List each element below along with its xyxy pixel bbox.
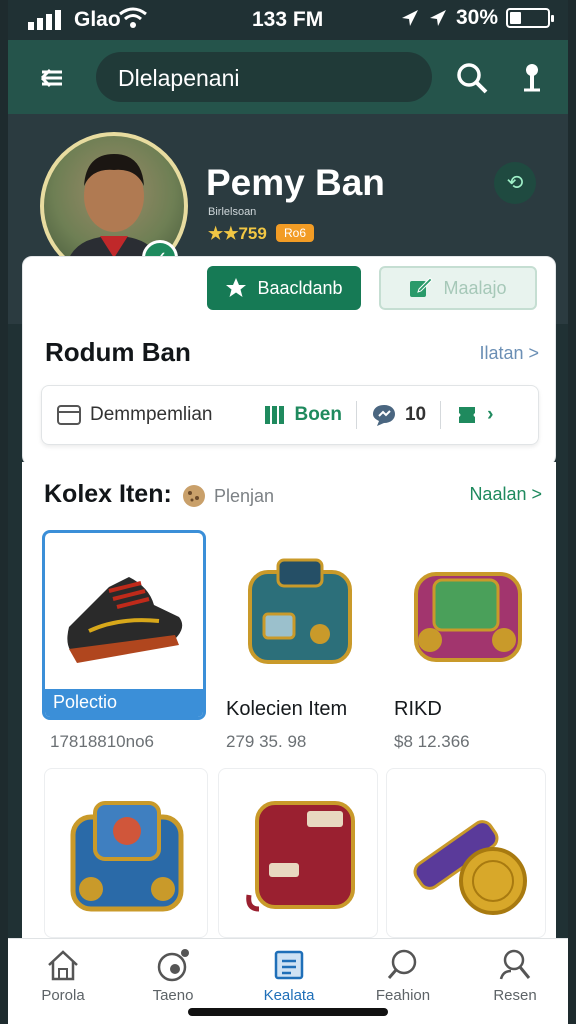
item-label: RIKD xyxy=(394,698,442,720)
nav-item-profile[interactable]: Resen xyxy=(470,947,560,1004)
nav-item-catalog[interactable]: Kealata xyxy=(244,947,334,1004)
pin-button[interactable] xyxy=(514,60,550,96)
nav-label: Kealata xyxy=(263,987,315,1004)
settings-button[interactable]: ⟲ xyxy=(494,162,536,204)
profile-badge: Ro6 xyxy=(276,224,315,242)
nav-label: Resen xyxy=(493,987,537,1004)
item-image-box xyxy=(386,530,546,690)
nav-item-home[interactable]: Porola xyxy=(18,947,108,1004)
items-link[interactable]: Naalan > xyxy=(469,484,542,505)
profile-subtitle: Birlelsoan xyxy=(208,206,257,218)
section-title: Rodum Ban xyxy=(45,337,191,367)
home-indicator[interactable] xyxy=(188,1008,388,1016)
item-image-box xyxy=(44,768,208,938)
item-image-box xyxy=(218,768,378,938)
item-image-box xyxy=(386,768,546,938)
wallet-icon xyxy=(57,405,81,425)
profile-card: Baacldanb Maalajo Rodum Ban Ilatan > Dem… xyxy=(22,256,556,466)
info-label: Demmpemlian xyxy=(90,404,213,425)
signal-icon xyxy=(28,10,66,36)
item-price: 279 35. 98 xyxy=(226,732,307,751)
item-image-box xyxy=(218,530,378,690)
back-menu-icon xyxy=(40,68,62,88)
search-input[interactable]: Dlelapenani xyxy=(96,52,432,102)
purple-backpack-icon xyxy=(414,572,522,662)
item-tile[interactable] xyxy=(44,768,208,938)
secondary-action-button[interactable]: Maalajo xyxy=(379,266,537,310)
clock: 133 FM xyxy=(252,8,324,31)
search-icon xyxy=(457,63,488,94)
phone-screen: Glao 133 FM 30% Dlelapenani Pemy Ban Bir… xyxy=(8,0,568,1024)
profile-name: Pemy Ban xyxy=(206,162,385,203)
item-tile[interactable] xyxy=(386,768,546,938)
secondary-action-label: Maalajo xyxy=(443,277,507,298)
blue-chest-icon xyxy=(70,801,184,912)
item-caption: Polectio xyxy=(45,689,203,717)
nav-label: Porola xyxy=(41,987,85,1004)
item-price: 17818810no6 xyxy=(50,732,155,751)
info-row[interactable]: Demmpemlian Boen 10 › xyxy=(41,385,539,445)
battery-fill xyxy=(510,12,521,24)
primary-action-label: Baacldanb xyxy=(257,277,343,298)
star-icon xyxy=(226,278,247,297)
section-link[interactable]: Ilatan > xyxy=(479,343,539,364)
item-label: Kolecien Item xyxy=(226,698,348,720)
primary-action-button[interactable]: Baacldanb xyxy=(207,266,361,310)
info-count: 10 xyxy=(404,404,427,425)
carrier-label: Glao xyxy=(74,8,121,31)
bars-icon xyxy=(265,406,285,424)
item-image-box: Polectio xyxy=(42,530,206,720)
status-bar: Glao 133 FM 30% xyxy=(8,0,568,40)
refresh-icon: ⟲ xyxy=(506,172,524,194)
chat-icon xyxy=(372,405,395,426)
nav-label: Feahion xyxy=(375,987,431,1004)
ticket-icon xyxy=(459,407,476,423)
back-menu-button[interactable] xyxy=(30,58,70,98)
teal-backpack-icon xyxy=(248,558,352,664)
items-subtitle: Plenjan xyxy=(182,484,274,508)
pin-icon xyxy=(524,64,540,92)
item-tile[interactable]: RIKD $8 12.366 xyxy=(386,530,546,760)
item-tile[interactable]: Polectio 17818810no6 xyxy=(42,530,206,760)
gamepad-icon xyxy=(157,949,189,982)
item-tile[interactable] xyxy=(218,768,378,938)
item-tile[interactable]: Kolecien Item 279 35. 98 xyxy=(218,530,378,760)
cookie-icon xyxy=(183,485,205,507)
chat-search-icon xyxy=(387,949,417,979)
nav-label: Taeno xyxy=(152,987,194,1004)
battery-icon xyxy=(506,8,554,28)
wifi-icon xyxy=(118,6,148,36)
battery-percent: 30% xyxy=(455,6,498,29)
item-price: $8 12.366 xyxy=(394,732,470,751)
items-subtitle-text: Plenjan xyxy=(214,485,275,506)
info-status: Boen xyxy=(294,404,342,425)
chevron-right-icon: › xyxy=(487,404,494,425)
location-icon xyxy=(401,10,418,26)
nav-item-games[interactable]: Taeno xyxy=(128,947,218,1004)
app-bar: Dlelapenani xyxy=(8,40,568,114)
profile-rating: ★★759 xyxy=(208,224,267,243)
nav-item-fashion[interactable]: Feahion xyxy=(358,947,448,1004)
profile-search-icon xyxy=(499,949,531,980)
edit-icon xyxy=(410,277,434,297)
red-backpack-icon xyxy=(246,801,355,912)
telescope-coin-icon xyxy=(413,820,527,915)
sneaker-icon xyxy=(67,577,183,663)
search-button[interactable] xyxy=(454,60,490,96)
navigation-icon xyxy=(429,10,446,26)
catalog-icon xyxy=(274,950,304,980)
items-title: Kolex Iten: xyxy=(44,480,172,508)
home-icon xyxy=(48,950,78,981)
